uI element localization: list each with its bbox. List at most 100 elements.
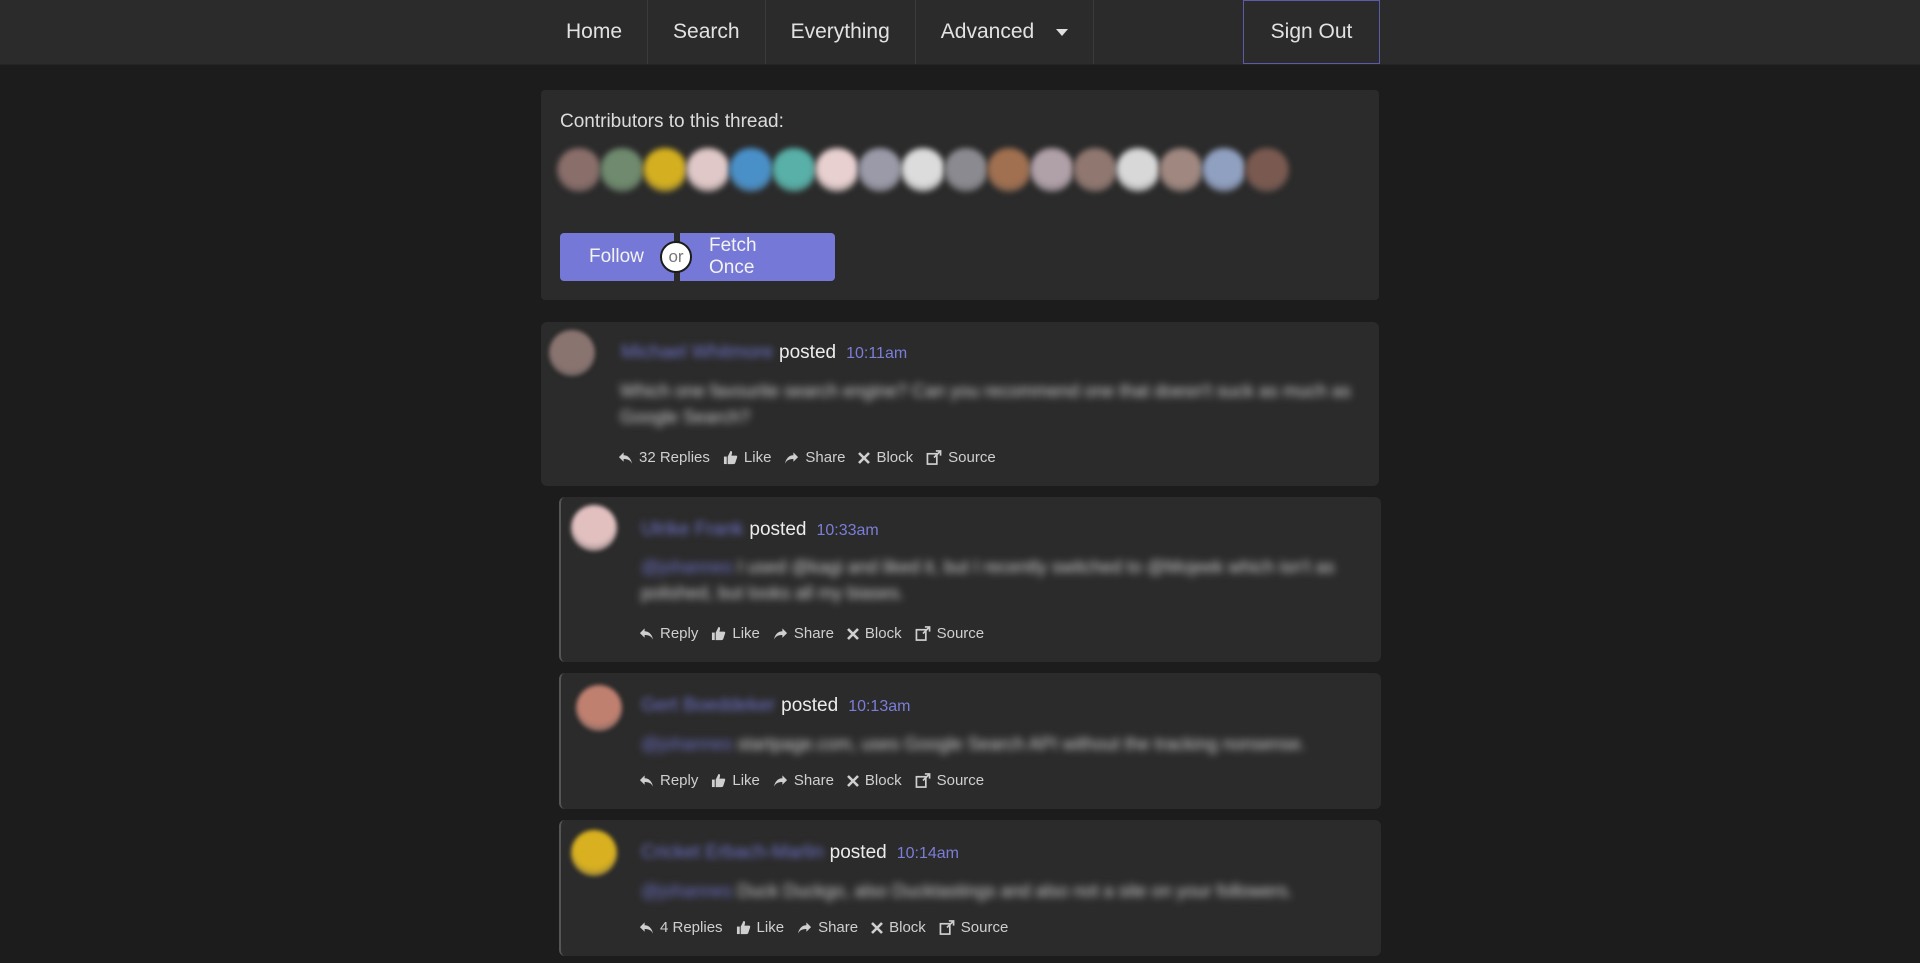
action-label: Source xyxy=(936,625,985,642)
contributor-avatar[interactable] xyxy=(772,148,816,192)
share-icon xyxy=(773,774,794,788)
action-label: Reply xyxy=(660,772,699,789)
author-link[interactable]: Gert Boeddeker xyxy=(641,695,775,717)
contributor-avatar[interactable] xyxy=(1159,148,1203,192)
reply-post: Ulrike Frank posted 10:33am @johannes I use… xyxy=(559,497,1381,662)
avatar[interactable] xyxy=(549,330,595,376)
avatar[interactable] xyxy=(571,830,617,876)
avatar[interactable] xyxy=(576,685,622,731)
follow-button[interactable]: Follow xyxy=(560,233,674,281)
nav-search[interactable]: Search xyxy=(648,0,766,64)
action-label: Block xyxy=(876,449,914,466)
nav-advanced-label: Advanced xyxy=(940,20,1035,43)
like-button[interactable]: Like xyxy=(736,919,785,936)
contributor-avatar[interactable] xyxy=(643,148,687,192)
source-button[interactable]: Source xyxy=(915,772,984,789)
author-link[interactable]: Michael Whitmore xyxy=(621,342,773,364)
action-label: Share xyxy=(818,919,859,936)
reply-icon xyxy=(639,921,660,935)
contributor-avatar[interactable] xyxy=(557,148,601,192)
author-link[interactable]: Cricket Erbach-Marlin xyxy=(641,842,824,864)
posted-label: posted xyxy=(829,842,887,863)
close-icon xyxy=(871,921,889,934)
action-label: Like xyxy=(732,772,760,789)
reply-button[interactable]: 32 Replies xyxy=(618,449,710,466)
post-actions: Reply Like Share Block Source xyxy=(639,772,997,789)
contributor-avatar[interactable] xyxy=(729,148,773,192)
sign-out-button[interactable]: Sign Out xyxy=(1243,0,1380,64)
close-icon xyxy=(847,627,865,640)
like-button[interactable]: Like xyxy=(711,772,760,789)
nav-home[interactable]: Home xyxy=(541,0,649,64)
contributor-avatar[interactable] xyxy=(815,148,859,192)
action-label: 32 Replies xyxy=(639,449,710,466)
share-button[interactable]: Share xyxy=(773,625,834,642)
posted-label: posted xyxy=(781,695,839,716)
source-button[interactable]: Source xyxy=(915,625,985,642)
action-label: Like xyxy=(756,919,785,936)
reply-button[interactable]: Reply xyxy=(639,625,698,642)
reply-post: Cricket Erbach-Marlin posted 10:14am @johan… xyxy=(559,820,1381,956)
action-label: Share xyxy=(805,449,846,466)
mention-link[interactable]: @johannes xyxy=(641,881,737,901)
action-label: Reply xyxy=(660,625,699,642)
post-header: Cricket Erbach-Marlin posted 10:14am xyxy=(641,842,959,864)
contributor-avatar[interactable] xyxy=(1202,148,1246,192)
nav-menu: Home Search Everything Advanced xyxy=(541,0,1094,64)
timestamp-link[interactable]: 10:33am xyxy=(816,522,878,540)
nav-advanced[interactable]: Advanced xyxy=(916,0,1094,64)
close-icon xyxy=(858,451,876,464)
action-label: Like xyxy=(743,449,772,466)
post-header: Michael Whitmore posted 10:11am xyxy=(621,342,907,364)
post-actions: Reply Like Share Block Source xyxy=(639,625,997,642)
action-label: Like xyxy=(732,625,760,642)
contributor-avatar[interactable] xyxy=(901,148,945,192)
like-button[interactable]: Like xyxy=(711,625,760,642)
contributor-avatar[interactable] xyxy=(1073,148,1117,192)
contributor-avatar[interactable] xyxy=(858,148,902,192)
or-separator: or xyxy=(660,241,692,273)
reply-button[interactable]: Reply xyxy=(639,772,698,789)
share-button[interactable]: Share xyxy=(797,919,858,936)
source-button[interactable]: Source xyxy=(939,919,1008,936)
block-button[interactable]: Block xyxy=(847,625,902,642)
timestamp-link[interactable]: 10:13am xyxy=(848,698,910,716)
action-label: Block xyxy=(864,625,902,642)
author-link[interactable]: Ulrike Frank xyxy=(641,519,743,541)
contributor-avatar[interactable] xyxy=(686,148,730,192)
action-label: Source xyxy=(948,449,996,466)
contributor-avatar[interactable] xyxy=(944,148,988,192)
fetch-once-button[interactable]: Fetch Once xyxy=(680,233,835,281)
reply-button[interactable]: 4 Replies xyxy=(639,919,723,936)
timestamp-link[interactable]: 10:11am xyxy=(846,345,907,363)
mention-link[interactable]: @johannes xyxy=(641,734,737,754)
nav-everything[interactable]: Everything xyxy=(766,0,916,64)
timestamp-link[interactable]: 10:14am xyxy=(897,845,959,863)
share-button[interactable]: Share xyxy=(784,449,845,466)
contributor-avatar[interactable] xyxy=(600,148,644,192)
like-button[interactable]: Like xyxy=(723,449,772,466)
follow-button-group: Follow or Fetch Once xyxy=(560,233,835,281)
chevron-down-icon xyxy=(1056,28,1069,36)
avatar[interactable] xyxy=(571,505,617,551)
action-label: Block xyxy=(864,772,902,789)
share-button[interactable]: Share xyxy=(773,772,834,789)
contributors-title: Contributors to this thread: xyxy=(560,111,784,132)
contributor-avatar[interactable] xyxy=(1245,148,1289,192)
external-link-icon xyxy=(939,920,961,935)
contributor-avatar[interactable] xyxy=(1030,148,1074,192)
contributors-panel: Contributors to this thread: Follow or F… xyxy=(541,90,1379,300)
contributor-avatar[interactable] xyxy=(987,148,1031,192)
post-header: Ulrike Frank posted 10:33am xyxy=(641,519,879,541)
action-label: 4 Replies xyxy=(660,919,723,936)
thumbs-up-icon xyxy=(723,450,744,465)
reply-icon xyxy=(639,627,660,641)
posted-label: posted xyxy=(749,519,807,540)
block-button[interactable]: Block xyxy=(847,772,902,789)
post-content: @johannes Duck Duckgo, also Ducktastings… xyxy=(641,881,1293,901)
source-button[interactable]: Source xyxy=(926,449,996,466)
block-button[interactable]: Block xyxy=(858,449,913,466)
mention-link[interactable]: @johannes xyxy=(641,557,737,577)
block-button[interactable]: Block xyxy=(871,919,926,936)
contributor-avatar[interactable] xyxy=(1116,148,1160,192)
